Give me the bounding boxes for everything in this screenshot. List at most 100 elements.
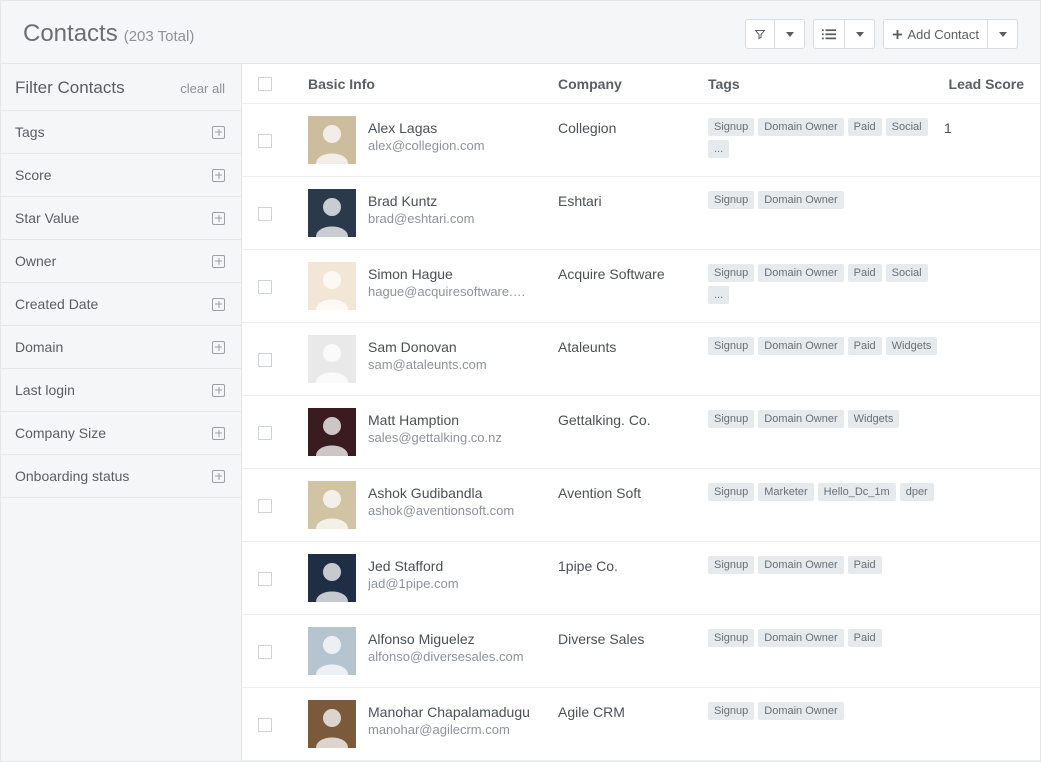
filter-item[interactable]: Domain: [1, 325, 241, 368]
add-contact-button[interactable]: Add Contact: [883, 19, 988, 49]
tag[interactable]: ...: [708, 140, 729, 158]
avatar: [308, 554, 356, 602]
filter-menu-button[interactable]: [775, 19, 805, 49]
contact-email[interactable]: sales@gettalking.co.nz: [368, 430, 502, 445]
tag[interactable]: Signup: [708, 118, 754, 136]
tag[interactable]: Domain Owner: [758, 337, 843, 355]
expand-icon: [212, 212, 225, 225]
select-all-checkbox[interactable]: [258, 77, 272, 91]
table-row[interactable]: Ashok Gudibandlaashok@aventionsoft.comAv…: [242, 469, 1040, 542]
tag[interactable]: Signup: [708, 483, 754, 501]
contact-email[interactable]: jad@1pipe.com: [368, 576, 459, 591]
filter-item[interactable]: Company Size: [1, 411, 241, 454]
tag[interactable]: ...: [708, 286, 729, 304]
tag[interactable]: Domain Owner: [758, 629, 843, 647]
contact-email[interactable]: manohar@agilecrm.com: [368, 722, 530, 737]
tag[interactable]: Signup: [708, 337, 754, 355]
tag[interactable]: Signup: [708, 629, 754, 647]
clear-all-link[interactable]: clear all: [180, 81, 225, 96]
expand-icon: [212, 298, 225, 311]
contact-email[interactable]: alfonso@diversesales.com: [368, 649, 524, 664]
row-checkbox[interactable]: [258, 426, 272, 440]
filter-item[interactable]: Star Value: [1, 196, 241, 239]
view-list-button[interactable]: [813, 19, 845, 49]
column-company[interactable]: Company: [558, 76, 708, 92]
tag[interactable]: Signup: [708, 264, 754, 282]
expand-icon: [212, 255, 225, 268]
row-checkbox[interactable]: [258, 572, 272, 586]
contact-email[interactable]: alex@collegion.com: [368, 138, 485, 153]
column-lead-score[interactable]: Lead Score: [944, 76, 1024, 92]
contact-name[interactable]: Jed Stafford: [368, 558, 459, 574]
lead-score: [944, 262, 1024, 266]
contact-name[interactable]: Simon Hague: [368, 266, 526, 282]
table-row[interactable]: Simon Haguehague@acquiresoftware.…Acquir…: [242, 250, 1040, 323]
tag[interactable]: Signup: [708, 191, 754, 209]
row-checkbox[interactable]: [258, 207, 272, 221]
tag[interactable]: Hello_Dc_1m: [818, 483, 896, 501]
tag[interactable]: Domain Owner: [758, 118, 843, 136]
tag[interactable]: Social: [886, 264, 928, 282]
contact-name[interactable]: Alex Lagas: [368, 120, 485, 136]
row-checkbox[interactable]: [258, 280, 272, 294]
contact-email[interactable]: ashok@aventionsoft.com: [368, 503, 514, 518]
filter-item-label: Domain: [15, 339, 63, 355]
tag[interactable]: Paid: [848, 337, 882, 355]
table-row[interactable]: Brad Kuntzbrad@eshtari.comEshtariSignupD…: [242, 177, 1040, 250]
contact-name[interactable]: Sam Donovan: [368, 339, 487, 355]
view-menu-button[interactable]: [845, 19, 875, 49]
row-checkbox[interactable]: [258, 353, 272, 367]
row-checkbox[interactable]: [258, 499, 272, 513]
row-checkbox[interactable]: [258, 134, 272, 148]
contact-name[interactable]: Brad Kuntz: [368, 193, 474, 209]
tag[interactable]: Marketer: [758, 483, 813, 501]
tag[interactable]: Social: [886, 118, 928, 136]
table-row[interactable]: Sam Donovansam@ataleunts.comAtaleuntsSig…: [242, 323, 1040, 396]
table-row[interactable]: Alfonso Miguelez alfonso@diversesales.com…: [242, 615, 1040, 688]
column-basic-info[interactable]: Basic Info: [308, 76, 558, 92]
contact-name[interactable]: Manohar Chapalamadugu: [368, 704, 530, 720]
filter-item[interactable]: Tags: [1, 110, 241, 153]
table-row[interactable]: Manohar Chapalamadugu manohar@agilecrm.co…: [242, 688, 1040, 761]
filter-item[interactable]: Score: [1, 153, 241, 196]
tag[interactable]: dper: [900, 483, 934, 501]
tag[interactable]: Paid: [848, 556, 882, 574]
add-contact-menu-button[interactable]: [988, 19, 1018, 49]
tag[interactable]: Paid: [848, 118, 882, 136]
contact-email[interactable]: sam@ataleunts.com: [368, 357, 487, 372]
tag[interactable]: Domain Owner: [758, 702, 843, 720]
row-checkbox[interactable]: [258, 718, 272, 732]
tag[interactable]: Widgets: [848, 410, 900, 428]
tag[interactable]: Signup: [708, 702, 754, 720]
contact-email[interactable]: hague@acquiresoftware.…: [368, 284, 526, 299]
tag[interactable]: Widgets: [886, 337, 938, 355]
filter-item[interactable]: Onboarding status: [1, 454, 241, 498]
contact-email[interactable]: brad@eshtari.com: [368, 211, 474, 226]
page-title: Contacts: [23, 20, 118, 48]
filter-button[interactable]: [745, 19, 775, 49]
table-row[interactable]: Jed Staffordjad@1pipe.com1pipe Co.Signup…: [242, 542, 1040, 615]
table-row[interactable]: Alex Lagasalex@collegion.comCollegionSig…: [242, 104, 1040, 177]
tag[interactable]: Signup: [708, 556, 754, 574]
contacts-table: Basic Info Company Tags Lead Score Alex …: [241, 63, 1040, 761]
tag[interactable]: Signup: [708, 410, 754, 428]
filter-item[interactable]: Created Date: [1, 282, 241, 325]
row-checkbox[interactable]: [258, 645, 272, 659]
tag[interactable]: Domain Owner: [758, 556, 843, 574]
filter-item[interactable]: Owner: [1, 239, 241, 282]
table-row[interactable]: Matt Hamptionsales@gettalking.co.nzGetta…: [242, 396, 1040, 469]
tag[interactable]: Domain Owner: [758, 191, 843, 209]
tag[interactable]: Domain Owner: [758, 410, 843, 428]
tag[interactable]: Paid: [848, 264, 882, 282]
contact-name[interactable]: Ashok Gudibandla: [368, 485, 514, 501]
contact-name[interactable]: Alfonso Miguelez: [368, 631, 524, 647]
tag[interactable]: Domain Owner: [758, 264, 843, 282]
column-tags[interactable]: Tags: [708, 76, 944, 92]
tag[interactable]: Paid: [848, 629, 882, 647]
filter-item-label: Onboarding status: [15, 468, 129, 484]
expand-icon: [212, 470, 225, 483]
chevron-down-icon: [856, 32, 864, 37]
filter-item[interactable]: Last login: [1, 368, 241, 411]
contact-name[interactable]: Matt Hamption: [368, 412, 502, 428]
header-actions: Add Contact: [745, 19, 1018, 49]
